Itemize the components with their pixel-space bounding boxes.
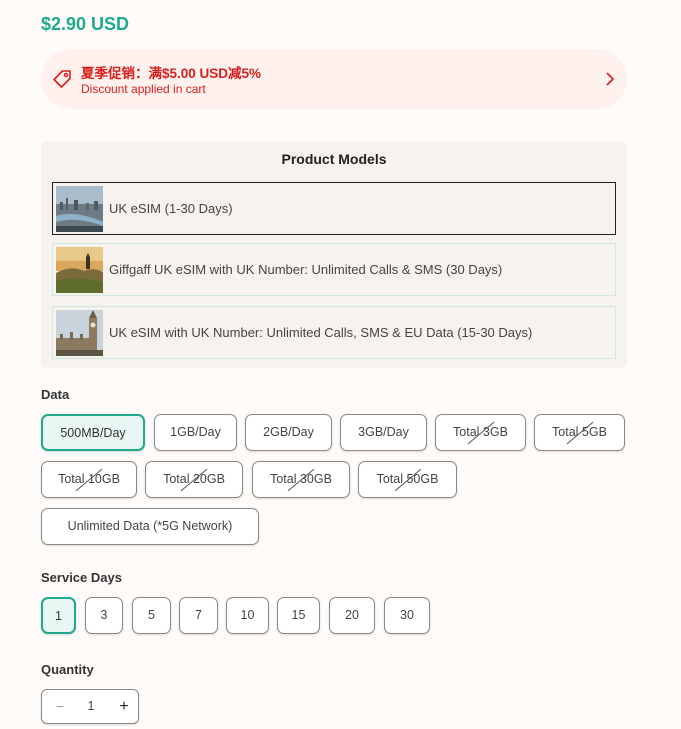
model-label: UK eSIM (1-30 Days) [109,201,233,216]
chevron-right-icon[interactable] [605,72,615,86]
days-option-10[interactable]: 10 [226,597,269,634]
days-option-5[interactable]: 5 [132,597,171,634]
promo-subtitle: Discount applied in cart [81,82,206,96]
data-option-total-10gb[interactable]: Total 10GB [41,461,137,498]
model-option-uk-eu-data[interactable]: UK eSIM with UK Number: Unlimited Calls,… [52,306,616,359]
days-option-1[interactable]: 1 [41,597,76,634]
model-label: Giffgaff UK eSIM with UK Number: Unlimit… [109,262,503,277]
data-option-total-3gb[interactable]: Total 3GB [435,414,526,451]
quantity-stepper: − 1 + [41,689,139,724]
price-label: $2.90 USD [41,14,130,34]
data-option-3gb-day[interactable]: 3GB/Day [340,414,427,451]
quantity-input[interactable]: 1 [76,690,106,723]
days-option-30[interactable]: 30 [384,597,430,634]
product-models-heading: Product Models [281,151,387,167]
data-option-total-5gb[interactable]: Total 5GB [534,414,625,451]
data-option-unlimited[interactable]: Unlimited Data (*5G Network) [41,508,259,545]
decrease-quantity-button[interactable]: − [50,690,70,723]
data-option-total-30gb[interactable]: Total 30GB [252,461,350,498]
model-option-giffgaff[interactable]: Giffgaff UK eSIM with UK Number: Unlimit… [52,243,616,296]
data-option-total-50gb[interactable]: Total 50GB [358,461,457,498]
days-option-20[interactable]: 20 [329,597,375,634]
quantity-label: Quantity [41,662,94,677]
days-option-3[interactable]: 3 [85,597,123,634]
model-option-uk-esim[interactable]: UK eSIM (1-30 Days) [52,182,616,235]
product-models-panel: Product Models UK eSIM (1-30 Days) Giffg… [41,141,627,368]
model-label: UK eSIM with UK Number: Unlimited Calls,… [109,325,533,340]
big-ben-image [56,310,103,356]
scottish-highlands-image [56,247,103,293]
tag-icon [53,70,71,88]
increase-quantity-button[interactable]: + [114,690,134,723]
days-option-7[interactable]: 7 [179,597,218,634]
london-cityscape-image [56,186,103,232]
data-option-2gb-day[interactable]: 2GB/Day [245,414,332,451]
days-option-15[interactable]: 15 [277,597,320,634]
data-section-label: Data [41,387,70,402]
data-option-total-20gb[interactable]: Total 20GB [145,461,243,498]
data-option-1gb-day[interactable]: 1GB/Day [154,414,237,451]
promo-title: 夏季促销：满$5.00 USD减5% [81,66,262,81]
promo-banner[interactable]: 夏季促销：满$5.00 USD减5% Discount applied in c… [41,49,627,109]
data-option-500mb-day[interactable]: 500MB/Day [41,414,145,451]
service-days-label: Service Days [41,570,122,585]
